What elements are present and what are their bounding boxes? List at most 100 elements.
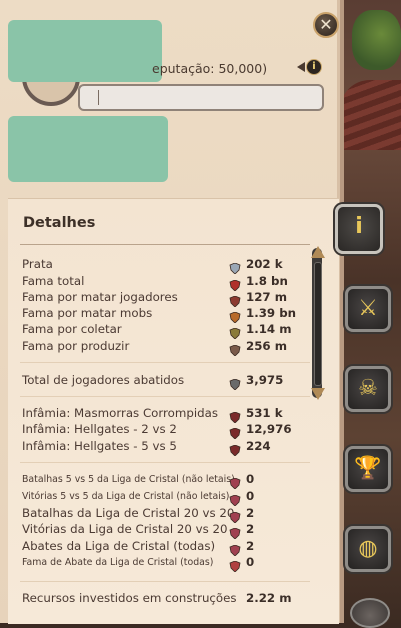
detail-label: Infâmia: Masmorras Corrompidas <box>22 406 218 420</box>
detail-row: Infâmia: Masmorras Corrompidas 531 k <box>22 406 312 424</box>
detail-label: Fama total <box>22 274 85 288</box>
row-separator <box>20 396 310 397</box>
detail-row: Prata 202 k <box>22 257 312 275</box>
crystal-shield-icon <box>229 524 241 540</box>
detail-label: Total de jogadores abatidos <box>22 373 185 387</box>
crystal-fame-icon <box>229 557 241 573</box>
swords-icon <box>229 375 241 391</box>
detail-label: Fama de Abate da Liga de Cristal (todas) <box>22 557 214 568</box>
detail-value: 127 m <box>246 290 288 304</box>
crafting-fame-icon <box>229 341 241 357</box>
scrollbar-thumb[interactable] <box>314 262 322 386</box>
detail-label: Abates da Liga de Cristal (todas) <box>22 539 216 553</box>
detail-value: 2.22 m <box>246 591 292 605</box>
silver-icon <box>229 259 241 275</box>
detail-row: Abates da Liga de Cristal (todas) 2 <box>22 539 312 557</box>
detail-value: 3,975 <box>246 373 284 387</box>
crossed-swords-icon: ⚔ <box>358 296 378 321</box>
gathering-fame-icon <box>229 324 241 340</box>
detail-row: Vitórias da Liga de Cristal 20 vs 20 2 <box>22 522 312 540</box>
detail-label: Recursos investidos em construções <box>22 591 237 605</box>
tab-deaths[interactable]: ☠ <box>345 366 391 412</box>
reputation-text: eputação: 50,000) <box>152 61 268 76</box>
detail-value: 0 <box>246 489 255 503</box>
bottom-round-button[interactable] <box>350 598 390 628</box>
skull-icon: ☠ <box>358 376 378 401</box>
fame-icon <box>229 276 241 292</box>
detail-value: 2 <box>246 506 255 520</box>
detail-row: Infâmia: Hellgates - 2 vs 2 12,976 <box>22 422 312 440</box>
guild-info-redacted <box>8 116 168 182</box>
crystal-shield-icon <box>229 491 241 507</box>
detail-row: Batalhas 5 vs 5 da Liga de Cristal (não … <box>22 472 312 490</box>
detail-value: 0 <box>246 472 255 486</box>
detail-row: Recursos investidos em construções 2.22 m <box>22 591 312 607</box>
world-roof <box>340 80 401 150</box>
scroll-up-arrow[interactable] <box>311 246 325 258</box>
detail-value: 224 <box>246 439 271 453</box>
detail-row: Fama por matar mobs 1.39 bn <box>22 306 312 324</box>
infamy-icon <box>229 441 241 457</box>
detail-label: Fama por produzir <box>22 339 130 353</box>
text-cursor <box>98 90 99 105</box>
close-button[interactable]: ✕ <box>313 12 339 38</box>
detail-value: 1.39 bn <box>246 306 297 320</box>
detail-row: Fama por produzir 256 m <box>22 339 312 357</box>
detail-label: Infâmia: Hellgates - 2 vs 2 <box>22 422 177 436</box>
detail-value: 0 <box>246 555 255 569</box>
detail-label: Fama por matar jogadores <box>22 290 178 304</box>
info-icon: i <box>306 59 322 75</box>
infamy-icon <box>229 424 241 440</box>
detail-value: 2 <box>246 539 255 553</box>
detail-label: Fama por coletar <box>22 322 122 336</box>
detail-label: Infâmia: Hellgates - 5 vs 5 <box>22 439 177 453</box>
details-section: Detalhes Prata 202 k Fama total 1.8 bn Fama … <box>8 198 339 624</box>
close-icon: ✕ <box>319 15 333 34</box>
detail-row: Fama total 1.8 bn <box>22 274 312 292</box>
crystal-shield-icon <box>229 508 241 524</box>
detail-label: Batalhas 5 vs 5 da Liga de Cristal (não … <box>22 474 235 485</box>
detail-row: Batalhas da Liga de Cristal 20 vs 20 2 <box>22 506 312 524</box>
detail-row: Infâmia: Hellgates - 5 vs 5 224 <box>22 439 312 457</box>
tab-combat[interactable]: ⚔ <box>345 286 391 332</box>
motto-input[interactable] <box>78 84 324 111</box>
player-name-redacted <box>8 20 162 82</box>
row-separator <box>20 362 310 363</box>
infamy-icon <box>229 408 241 424</box>
detail-row: Fama por matar jogadores 127 m <box>22 290 312 308</box>
crystal-shield-icon <box>229 474 241 490</box>
detail-value: 12,976 <box>246 422 292 436</box>
detail-value: 256 m <box>246 339 288 353</box>
divider <box>20 244 310 245</box>
row-separator <box>20 581 310 582</box>
detail-value: 531 k <box>246 406 283 420</box>
detail-row: Fama por coletar 1.14 m <box>22 322 312 340</box>
arrow-left-icon <box>297 62 305 72</box>
world-vegetation <box>352 10 401 70</box>
tab-achievements[interactable]: 🏆 <box>345 446 391 492</box>
scroll-down-arrow[interactable] <box>311 388 325 400</box>
detail-label: Fama por matar mobs <box>22 306 153 320</box>
detail-label: Vitórias 5 vs 5 da Liga de Cristal (não … <box>22 491 230 502</box>
details-title: Detalhes <box>23 215 96 231</box>
detail-label: Prata <box>22 257 53 271</box>
detail-value: 202 k <box>246 257 283 271</box>
crystal-shield-icon <box>229 541 241 557</box>
detail-value: 1.14 m <box>246 322 292 336</box>
row-separator <box>20 462 310 463</box>
detail-row: Fama de Abate da Liga de Cristal (todas)… <box>22 555 312 573</box>
detail-value: 2 <box>246 522 255 536</box>
detail-row: Vitórias 5 vs 5 da Liga de Cristal (não … <box>22 489 312 507</box>
trophy-icon: 🏆 <box>354 456 382 481</box>
tab-guild[interactable]: ◍ <box>345 526 391 572</box>
detail-row: Total de jogadores abatidos 3,975 <box>22 373 312 391</box>
tab-info[interactable]: i <box>335 204 383 254</box>
detail-value: 1.8 bn <box>246 274 288 288</box>
info-icon: i <box>355 214 363 239</box>
reputation-info-button[interactable]: i <box>297 58 324 76</box>
pve-fame-icon <box>229 308 241 324</box>
pvp-fame-icon <box>229 292 241 308</box>
detail-label: Batalhas da Liga de Cristal 20 vs 20 <box>22 506 235 520</box>
detail-label: Vitórias da Liga de Cristal 20 vs 20 <box>22 522 228 536</box>
globe-icon: ◍ <box>358 536 378 561</box>
